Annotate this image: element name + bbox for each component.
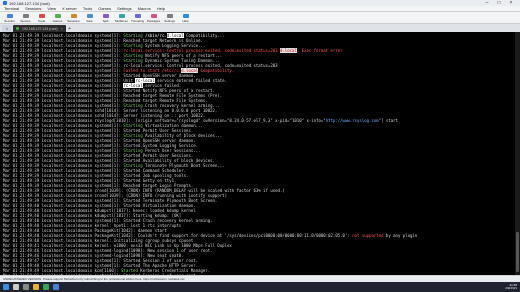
view-icon [86, 14, 93, 18]
toolbar-label: Packages [146, 19, 161, 23]
servers-icon [22, 14, 29, 18]
tab-close-icon[interactable]: × [61, 26, 63, 31]
browser-icon[interactable] [43, 284, 49, 290]
terminal-text: "] start [378, 118, 398, 123]
session-icon [6, 14, 13, 18]
toolbar-label: View [86, 19, 93, 23]
toolbar-sessions-button[interactable]: Sessions [67, 13, 80, 23]
toolbar: Session Servers Tools Games Sessions View Spli… [0, 12, 520, 24]
window-title: 192.168.127.134 (root) [9, 0, 50, 6]
os-taskbar: 21:58 2023/3/1 [0, 282, 520, 292]
home-tab-icon[interactable]: ⌂ [2, 25, 12, 32]
toolbar-label: MultiExec [115, 19, 129, 23]
toolbar-servers-button[interactable]: Servers [19, 13, 32, 23]
tools-icon [38, 14, 45, 18]
terminal-text: by any plugin [383, 233, 418, 238]
toolbar-packages-button[interactable]: Packages [147, 13, 160, 23]
clock-date: 2023/3/1 [505, 286, 517, 290]
terminal-tab-icon [16, 27, 19, 30]
terminal-text: of user root. [178, 248, 213, 253]
split-icon [102, 14, 109, 18]
toolbar-split-button[interactable]: Split [99, 13, 112, 23]
start-icon[interactable] [3, 284, 9, 290]
menu-item-games[interactable]: Games [98, 6, 111, 11]
toolbar-label: Session [4, 19, 15, 23]
menu-item-view[interactable]: View [47, 6, 56, 11]
games-icon [54, 14, 61, 18]
settings-icon [166, 14, 173, 18]
terminal-text: d.local [279, 48, 297, 53]
terminal-text[interactable]: http://www.rsyslog.com [326, 118, 379, 123]
toolbar-tunneling-button[interactable]: Tunneling [131, 13, 144, 23]
toolbar-label: Games [52, 19, 63, 23]
menu-item-help[interactable]: Help [157, 6, 165, 11]
toolbar-games-button[interactable]: Games [51, 13, 64, 23]
toolbar-view-button[interactable]: View [83, 13, 96, 23]
toolbar-multiexec-button[interactable]: MultiExec [115, 13, 128, 23]
menu-item-tools[interactable]: Tools [83, 6, 92, 11]
toolbar-label: Split [102, 19, 109, 23]
tab-session[interactable]: 192.168.127.134 (root) × [13, 25, 66, 32]
menu-item-macros[interactable]: Macros [138, 6, 151, 11]
terminal-text: not supported [352, 233, 384, 238]
scrollbar-thumb[interactable] [516, 232, 519, 272]
toolbar-help-button[interactable]: Help [179, 13, 192, 23]
help-icon [182, 14, 189, 18]
multiexec-icon [118, 14, 125, 18]
menu-item-settings[interactable]: Settings [117, 6, 131, 11]
menu-item-x-server[interactable]: X server [62, 6, 77, 11]
toolbar-tools-button[interactable]: Tools [35, 13, 48, 23]
terminal-text: Compatibility. [198, 68, 235, 73]
taskview-icon[interactable] [23, 284, 29, 290]
explorer-icon[interactable] [33, 284, 39, 290]
toolbar-label: Servers [20, 19, 31, 23]
menu-item-terminal[interactable]: Terminal [4, 6, 19, 11]
terminal-text: . Exec format error [296, 48, 343, 53]
tunneling-icon [134, 14, 141, 18]
mobaxterm-app-icon [3, 1, 7, 5]
mobaxterm-icon[interactable] [53, 284, 59, 290]
taskbar-clock[interactable]: 21:58 2023/3/1 [505, 283, 517, 291]
new-tab-icon[interactable]: + [68, 25, 71, 32]
menu-item-sessions[interactable]: Sessions [25, 6, 41, 11]
tab-bar: ⌂ 192.168.127.134 (root) × + [0, 24, 520, 32]
toolbar-settings-button[interactable]: Settings [163, 13, 176, 23]
terminal-output[interactable]: Mar 01 21:49:39 localhost.localdomain sy… [0, 32, 515, 275]
registration-label: UNREGISTERED VERSION [3, 277, 42, 281]
tab-label: 192.168.127.134 (root) [22, 26, 58, 31]
toolbar-label: Sessions [67, 19, 80, 23]
toolbar-label: Tools [37, 19, 45, 23]
toolbar-label: Settings [164, 19, 175, 23]
status-bar: UNREGISTERED VERSION Please support Moba… [0, 275, 520, 282]
status-message[interactable]: Please support MobaXterm by subscribing … [43, 277, 517, 281]
toolbar-label: Tunneling [130, 19, 145, 23]
sessions-icon [70, 14, 77, 18]
packages-icon [150, 14, 157, 18]
search-icon[interactable] [13, 284, 19, 290]
toolbar-label: Help [182, 19, 189, 23]
toolbar-session-button[interactable]: Session [3, 13, 16, 23]
terminal-scrollbar[interactable] [515, 32, 520, 275]
